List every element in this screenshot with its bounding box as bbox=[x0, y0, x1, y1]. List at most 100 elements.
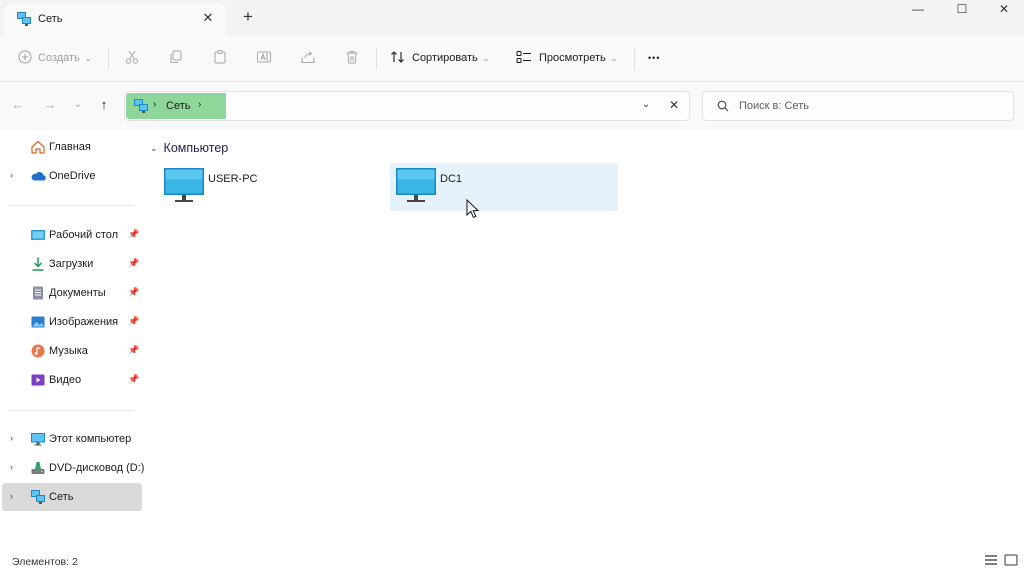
copy-button[interactable] bbox=[168, 46, 184, 70]
details-view-icon[interactable] bbox=[984, 554, 1000, 568]
sidebar-item-downloads[interactable]: Загрузки 📌 bbox=[2, 250, 142, 278]
sidebar-item-pictures[interactable]: Изображения 📌 bbox=[2, 308, 142, 336]
plus-circle-icon bbox=[18, 50, 32, 67]
sidebar-item-label: DVD-дисковод (D:) bbox=[49, 462, 145, 474]
tab-title: Сеть bbox=[38, 13, 63, 25]
breadcrumb-chevron-icon[interactable]: › bbox=[198, 99, 201, 110]
tab-network[interactable]: Сеть ✕ bbox=[4, 4, 226, 36]
this-pc-icon bbox=[30, 431, 46, 447]
paste-button[interactable] bbox=[212, 46, 228, 70]
back-arrow-icon[interactable]: ← bbox=[10, 96, 26, 114]
sidebar-item-this-pc[interactable]: › Этот компьютер bbox=[2, 425, 142, 453]
pin-icon[interactable]: 📌 bbox=[128, 229, 139, 240]
network-icon bbox=[133, 98, 149, 117]
expand-chevron-icon[interactable]: › bbox=[10, 170, 13, 180]
item-label: USER-PC bbox=[208, 173, 258, 185]
address-bar[interactable]: › Сеть › ⌄ ✕ bbox=[124, 91, 690, 121]
minimize-button[interactable]: — bbox=[898, 0, 938, 20]
pictures-icon bbox=[30, 314, 46, 330]
navigation-pane: Главная › OneDrive Рабочий стол 📌 Загруз… bbox=[0, 130, 144, 516]
network-item-user-pc[interactable]: USER-PC bbox=[158, 163, 386, 211]
group-header-computer[interactable]: ⌄ Компьютер bbox=[150, 141, 228, 155]
paste-icon bbox=[212, 49, 228, 68]
search-input[interactable]: Поиск в: Сеть bbox=[702, 91, 1014, 121]
recent-locations-chevron-icon[interactable]: ⌄ bbox=[70, 96, 86, 114]
cut-button[interactable] bbox=[124, 46, 140, 70]
videos-icon bbox=[30, 372, 46, 388]
view-button[interactable]: Просмотреть ⌄ bbox=[516, 46, 617, 70]
mouse-cursor-icon bbox=[466, 198, 480, 222]
breadcrumb-item-network[interactable]: Сеть bbox=[166, 100, 190, 112]
maximize-button[interactable]: ☐ bbox=[942, 0, 982, 20]
expand-chevron-icon[interactable]: › bbox=[10, 462, 13, 472]
new-button[interactable]: Создать ⌄ bbox=[18, 46, 92, 70]
view-button-label: Просмотреть bbox=[539, 52, 606, 64]
sidebar-item-dvd-drive[interactable]: › DVD-дисковод (D:) bbox=[2, 454, 145, 482]
dvd-drive-icon bbox=[30, 460, 46, 476]
more-options-button[interactable]: ••• bbox=[648, 46, 660, 70]
pin-icon[interactable]: 📌 bbox=[128, 374, 139, 385]
pin-icon[interactable]: 📌 bbox=[128, 345, 139, 356]
up-arrow-icon[interactable]: ↑ bbox=[96, 96, 112, 114]
chevron-down-icon: ⌄ bbox=[150, 142, 158, 153]
sidebar-item-label: Документы bbox=[49, 287, 106, 299]
trash-icon bbox=[344, 49, 360, 68]
rename-button[interactable] bbox=[256, 46, 272, 70]
new-tab-button[interactable]: + bbox=[238, 7, 258, 27]
network-icon bbox=[30, 489, 46, 505]
group-title: Компьютер bbox=[163, 141, 229, 155]
network-icon bbox=[16, 11, 32, 30]
breadcrumb-separator: › bbox=[153, 99, 157, 110]
sidebar-item-label: Главная bbox=[49, 141, 91, 153]
sidebar-item-home[interactable]: Главная bbox=[2, 133, 142, 161]
sidebar-divider bbox=[8, 410, 134, 411]
tab-close-icon[interactable]: ✕ bbox=[200, 10, 216, 26]
downloads-icon bbox=[30, 256, 46, 272]
toolbar-divider bbox=[108, 48, 109, 70]
sidebar-item-documents[interactable]: Документы 📌 bbox=[2, 279, 142, 307]
expand-chevron-icon[interactable]: › bbox=[10, 433, 13, 443]
address-clear-icon[interactable]: ✕ bbox=[667, 98, 681, 112]
home-icon bbox=[30, 139, 46, 155]
toolbar-divider bbox=[376, 48, 377, 70]
sort-button-label: Сортировать bbox=[412, 52, 478, 64]
expand-chevron-icon[interactable]: › bbox=[10, 491, 13, 501]
sidebar-item-desktop[interactable]: Рабочий стол 📌 bbox=[2, 221, 142, 249]
pin-icon[interactable]: 📌 bbox=[128, 287, 139, 298]
desktop-folder-icon bbox=[30, 227, 46, 243]
sidebar-item-label: Загрузки bbox=[49, 258, 94, 270]
chevron-down-icon: ⌄ bbox=[482, 53, 490, 63]
sidebar-item-label: Видео bbox=[49, 374, 82, 386]
status-bar: Элементов: 2 bbox=[0, 550, 1024, 572]
sidebar-item-music[interactable]: Музыка 📌 bbox=[2, 337, 142, 365]
sidebar-item-network[interactable]: › Сеть bbox=[2, 483, 142, 511]
sort-button[interactable]: Сортировать ⌄ bbox=[390, 46, 489, 70]
onedrive-icon bbox=[30, 168, 46, 184]
sidebar-item-onedrive[interactable]: › OneDrive bbox=[2, 162, 142, 190]
large-icons-view-icon[interactable] bbox=[1004, 554, 1020, 568]
search-icon bbox=[717, 100, 729, 115]
music-icon bbox=[30, 343, 46, 359]
sidebar-item-label: OneDrive bbox=[49, 170, 96, 182]
network-item-dc1[interactable]: DC1 bbox=[390, 163, 618, 211]
search-placeholder: Поиск в: Сеть bbox=[739, 100, 809, 112]
command-bar: Создать ⌄ Сортировать ⌄ Просмотреть ⌄ ••… bbox=[0, 36, 1024, 82]
rename-icon bbox=[256, 49, 272, 68]
address-dropdown-icon[interactable]: ⌄ bbox=[639, 99, 653, 110]
chevron-down-icon: ⌄ bbox=[84, 53, 92, 63]
item-label: DC1 bbox=[440, 173, 463, 185]
toolbar-divider bbox=[634, 48, 635, 70]
computer-icon bbox=[396, 168, 436, 209]
sidebar-item-label: Изображения bbox=[49, 316, 119, 328]
delete-button[interactable] bbox=[344, 46, 360, 70]
computer-icon bbox=[164, 168, 204, 209]
file-list: ⌄ Компьютер USER-PC DC1 bbox=[144, 130, 1024, 550]
close-window-button[interactable]: ✕ bbox=[984, 0, 1024, 20]
pin-icon[interactable]: 📌 bbox=[128, 258, 139, 269]
title-bar: Сеть ✕ + — ☐ ✕ bbox=[0, 0, 1024, 36]
sidebar-item-label: Сеть bbox=[49, 491, 74, 503]
pin-icon[interactable]: 📌 bbox=[128, 316, 139, 327]
sidebar-item-videos[interactable]: Видео 📌 bbox=[2, 366, 142, 394]
share-button[interactable] bbox=[300, 46, 316, 70]
forward-arrow-icon[interactable]: → bbox=[42, 96, 58, 114]
